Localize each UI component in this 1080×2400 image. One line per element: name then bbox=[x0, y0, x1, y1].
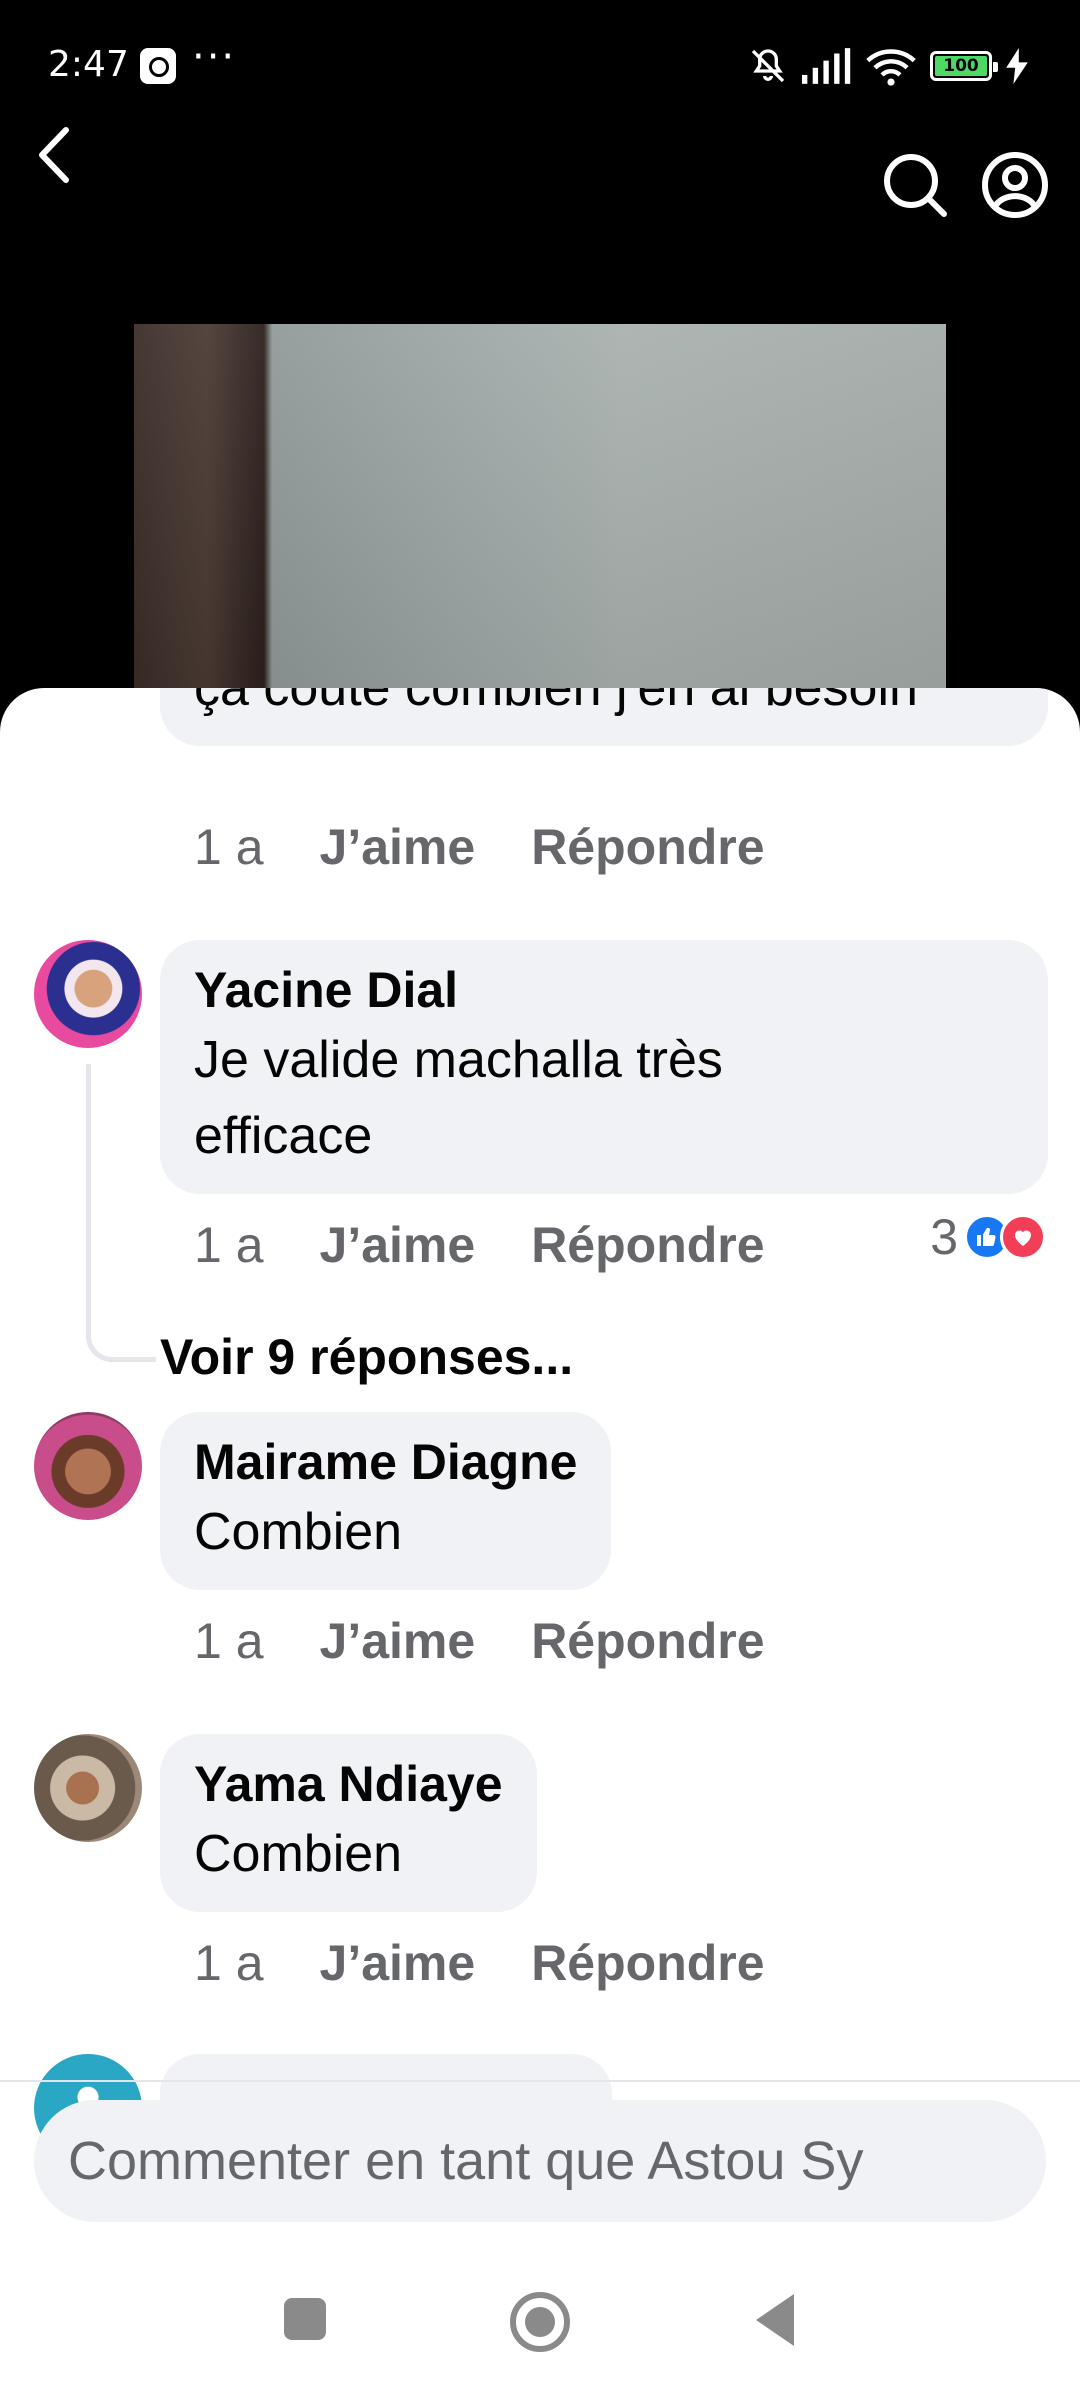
like-button[interactable]: J’aime bbox=[320, 818, 476, 876]
reply-button[interactable]: Répondre bbox=[531, 1216, 764, 1274]
status-bar: 2:47 ··· 100 bbox=[0, 0, 1080, 130]
avatar[interactable] bbox=[34, 1412, 142, 1520]
profile-icon[interactable] bbox=[980, 150, 1050, 220]
comment-age: 1 a bbox=[194, 1613, 264, 1669]
battery-level: 100 bbox=[935, 56, 987, 76]
reply-button[interactable]: Répondre bbox=[531, 1612, 764, 1670]
reaction-icons bbox=[964, 1214, 1046, 1260]
notification-app-icon bbox=[140, 48, 176, 84]
comment-input[interactable] bbox=[34, 2100, 1046, 2222]
like-button[interactable]: J’aime bbox=[320, 1612, 476, 1670]
comment-text: Combien bbox=[194, 1825, 403, 1883]
thread-connector bbox=[86, 1064, 156, 1362]
status-icons: 100 bbox=[748, 46, 1028, 86]
signal-icon bbox=[802, 48, 851, 84]
view-replies-link[interactable]: Voir 9 réponses... bbox=[160, 1328, 573, 1386]
back-chevron-icon[interactable] bbox=[28, 120, 78, 190]
video-preview[interactable] bbox=[134, 324, 946, 694]
recents-button[interactable] bbox=[284, 2298, 326, 2340]
comment-meta: 1 a J’aime Répondre bbox=[194, 1216, 765, 1274]
comment-text: Je valide machalla très efficace bbox=[194, 1031, 723, 1165]
system-navigation-bar bbox=[0, 2250, 1080, 2400]
comment-bubble: Yama Ndiaye Combien bbox=[160, 1734, 537, 1912]
comment-meta: 1 a J’aime Répondre bbox=[194, 1612, 765, 1670]
reply-button[interactable]: Répondre bbox=[531, 818, 764, 876]
comment-age: 1 a bbox=[194, 1935, 264, 1991]
like-button[interactable]: J’aime bbox=[320, 1934, 476, 1992]
comments-sheet[interactable]: ça coute combien j'en ai besoin 1 a J’ai… bbox=[0, 688, 1080, 2400]
comment-text: ça coute combien j'en ai besoin bbox=[194, 688, 918, 717]
reaction-summary[interactable]: 3 bbox=[930, 1208, 1046, 1266]
home-button[interactable] bbox=[510, 2292, 570, 2352]
comment-author[interactable]: Mairame Diagne bbox=[194, 1430, 577, 1494]
comment-bubble: Yacine Dial Je valide machalla très effi… bbox=[160, 940, 1048, 1194]
comment-bubble: Mairame Diagne Combien bbox=[160, 1412, 612, 1590]
battery-icon: 100 bbox=[930, 51, 998, 81]
composer-divider bbox=[0, 2080, 1080, 2082]
avatar[interactable] bbox=[34, 940, 142, 1048]
wifi-icon bbox=[866, 49, 916, 86]
comment-author[interactable]: Yama Ndiaye bbox=[194, 1752, 503, 1816]
comment-age: 1 a bbox=[194, 819, 264, 875]
comment-text: Combien bbox=[194, 1503, 403, 1561]
charging-icon bbox=[1006, 48, 1028, 84]
reply-button[interactable]: Répondre bbox=[531, 1934, 764, 1992]
mute-bell-icon bbox=[751, 49, 785, 83]
comment-age: 1 a bbox=[194, 1217, 264, 1273]
comment-bubble: ça coute combien j'en ai besoin bbox=[160, 688, 1048, 746]
status-more-icon: ··· bbox=[192, 34, 237, 80]
comment-meta: 1 a J’aime Répondre bbox=[194, 1934, 765, 1992]
system-back-button[interactable] bbox=[756, 2294, 794, 2346]
like-button[interactable]: J’aime bbox=[320, 1216, 476, 1274]
comment-meta: 1 a J’aime Répondre bbox=[194, 818, 765, 876]
love-reaction-icon bbox=[1000, 1214, 1046, 1260]
status-time: 2:47 bbox=[48, 44, 129, 85]
comment-author[interactable]: Yacine Dial bbox=[194, 958, 1014, 1022]
search-icon[interactable] bbox=[880, 150, 950, 220]
avatar[interactable] bbox=[34, 1734, 142, 1842]
reaction-count: 3 bbox=[930, 1209, 958, 1265]
